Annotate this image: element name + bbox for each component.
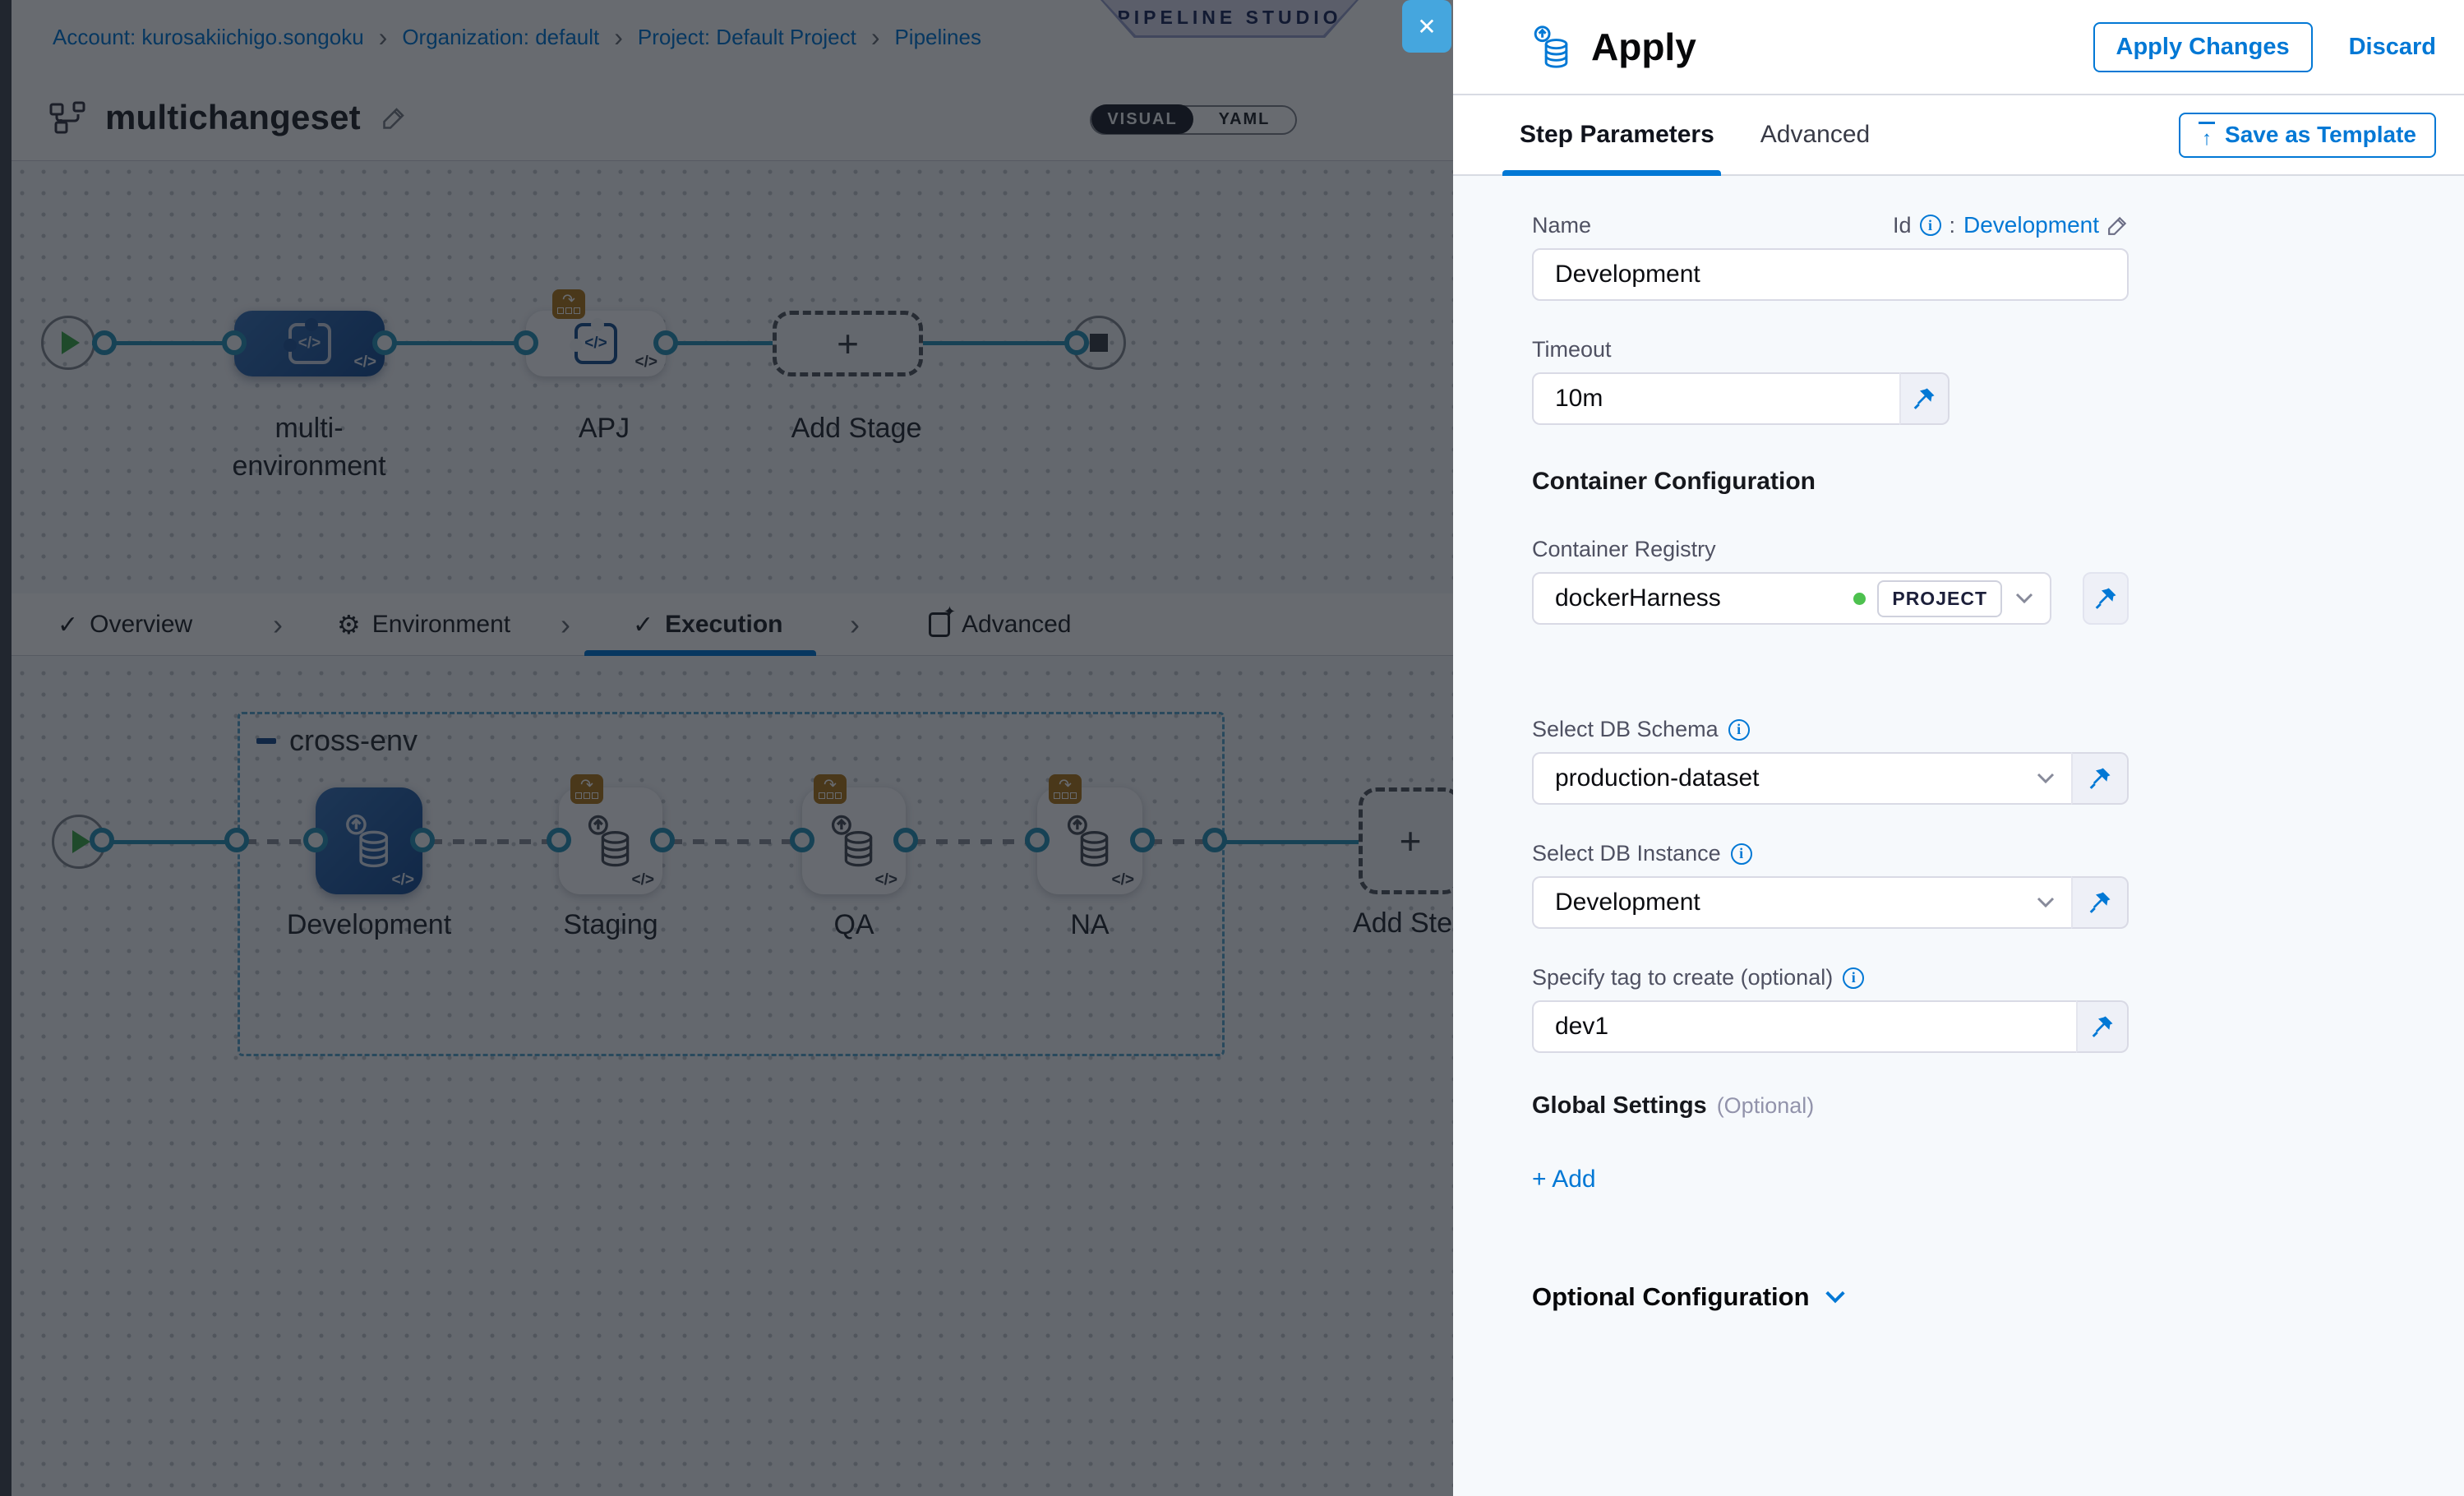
timeout-input[interactable] xyxy=(1532,372,1899,425)
apply-changes-button[interactable]: Apply Changes xyxy=(2093,22,2313,72)
container-registry-select[interactable]: dockerHarness PROJECT xyxy=(1532,572,2051,625)
id-separator: : xyxy=(1950,213,1956,238)
info-icon[interactable] xyxy=(1920,215,1941,236)
db-instance-select[interactable]: Development xyxy=(1532,876,2071,929)
pushpin-icon xyxy=(2088,890,2112,915)
name-field-label: Name xyxy=(1532,213,1591,238)
connected-status-dot xyxy=(1853,593,1866,605)
global-settings-label: Global Settings xyxy=(1532,1092,1707,1120)
modal-dim-overlay xyxy=(0,0,1453,1496)
add-global-setting-link[interactable]: + Add xyxy=(1532,1166,2464,1194)
optional-configuration-toggle[interactable]: Optional Configuration xyxy=(1532,1282,2464,1312)
pushpin-icon xyxy=(2090,1014,2115,1039)
tag-label-row: Specify tag to create (optional) xyxy=(1532,965,2464,990)
db-instance-pin-button[interactable] xyxy=(2071,876,2129,929)
chevron-down-icon xyxy=(2037,897,2055,908)
db-instance-label-row: Select DB Instance xyxy=(1532,841,2464,866)
info-icon[interactable] xyxy=(1843,967,1864,989)
close-panel-button[interactable] xyxy=(1402,0,1451,53)
name-input[interactable] xyxy=(1532,248,2129,301)
id-label: Id xyxy=(1893,213,1912,238)
db-schema-label-row: Select DB Schema xyxy=(1532,717,2464,742)
timeout-field-label: Timeout xyxy=(1532,337,2464,362)
db-schema-label: Select DB Schema xyxy=(1532,717,1719,742)
container-registry-label: Container Registry xyxy=(1532,537,2464,562)
apply-step-icon xyxy=(1530,25,1575,69)
tab-advanced[interactable]: Advanced xyxy=(1759,121,1871,149)
info-icon[interactable] xyxy=(1728,719,1750,741)
global-settings-optional: (Optional) xyxy=(1717,1093,1815,1119)
edit-id-icon[interactable] xyxy=(2107,215,2129,236)
pushpin-icon xyxy=(1912,386,1936,411)
optional-configuration-label: Optional Configuration xyxy=(1532,1282,1810,1312)
pushpin-icon xyxy=(2093,586,2118,611)
panel-title: Apply xyxy=(1591,25,1696,69)
db-schema-pin-button[interactable] xyxy=(2071,752,2129,805)
step-config-panel: Apply Apply Changes Discard Step Paramet… xyxy=(1453,0,2464,1496)
scope-badge: PROJECT xyxy=(1877,580,2002,617)
tag-input[interactable] xyxy=(1532,1000,2076,1053)
panel-header: Apply Apply Changes Discard xyxy=(1453,0,2464,95)
discard-button[interactable]: Discard xyxy=(2349,34,2436,61)
pushpin-icon xyxy=(2088,766,2112,791)
info-icon[interactable] xyxy=(1731,843,1752,865)
chevron-down-icon xyxy=(2015,593,2033,604)
db-schema-select[interactable]: production-dataset xyxy=(1532,752,2071,805)
save-as-template-button[interactable]: Save as Template xyxy=(2179,113,2436,158)
chevron-down-icon xyxy=(2037,773,2055,784)
upload-icon xyxy=(2199,122,2215,149)
db-instance-label: Select DB Instance xyxy=(1532,841,1721,866)
tag-label: Specify tag to create (optional) xyxy=(1532,965,1833,990)
pipeline-studio-app: Account: kurosakiichigo.songoku Organiza… xyxy=(0,0,2464,1496)
registry-pin-button[interactable] xyxy=(2083,572,2129,625)
tag-pin-button[interactable] xyxy=(2076,1000,2129,1053)
panel-body: Name Id : Development Timeout Container … xyxy=(1453,176,2464,1496)
pipeline-studio-background: Account: kurosakiichigo.songoku Organiza… xyxy=(0,0,1453,1496)
tab-step-parameters[interactable]: Step Parameters xyxy=(1518,121,1716,149)
panel-tabs: Step Parameters Advanced Save as Templat… xyxy=(1453,95,2464,176)
container-configuration-heading: Container Configuration xyxy=(1532,468,2464,496)
chevron-down-icon xyxy=(1825,1291,1846,1304)
id-value-link[interactable]: Development xyxy=(1963,212,2099,238)
timeout-pin-button[interactable] xyxy=(1899,372,1950,425)
active-tab-underline xyxy=(1502,170,1721,176)
